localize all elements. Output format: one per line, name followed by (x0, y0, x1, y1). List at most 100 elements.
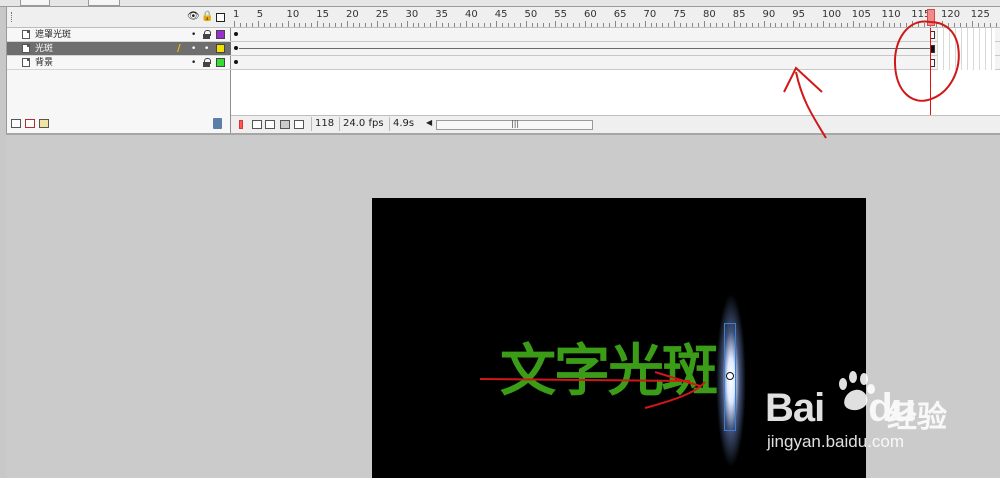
ruler-tick (650, 23, 652, 27)
layer-color-swatch[interactable] (216, 44, 225, 53)
frame-row[interactable] (231, 42, 1000, 56)
document-tab[interactable] (20, 0, 50, 6)
ruler-tick (870, 23, 872, 27)
ruler-tick (745, 23, 747, 27)
keyframe[interactable] (234, 46, 238, 50)
onion-outline-icon[interactable] (265, 120, 275, 129)
ruler-tick (495, 21, 497, 27)
ruler-tick (662, 23, 664, 27)
timeline-panel: 👁 🔒 遮罩光斑 • 光斑 / • • 背景 • 1 5 10 15 20 25… (6, 7, 1000, 133)
ruler-label: 100 (822, 9, 842, 20)
ruler-tick (936, 23, 938, 27)
outline-icon[interactable] (216, 13, 225, 22)
watermark-url: jingyan.baidu.com (767, 432, 905, 451)
new-folder-icon[interactable] (39, 119, 49, 128)
ruler-tick (918, 23, 920, 27)
frame-rate[interactable]: 24.0 fps (339, 117, 387, 131)
ruler-tick (489, 23, 491, 27)
ruler-tick (674, 21, 676, 27)
layer-name: 背景 (35, 58, 54, 68)
ruler-tick (781, 23, 783, 27)
ruler-tick (305, 23, 307, 27)
horizontal-scrollbar[interactable]: ||| (436, 119, 593, 130)
scene-tab[interactable] (88, 0, 120, 6)
playhead[interactable] (927, 9, 936, 26)
ruler-tick (251, 23, 253, 27)
ruler-label: 105 (851, 9, 871, 20)
ruler-label: 40 (465, 9, 478, 20)
ruler-tick (686, 23, 688, 27)
motion-guide-icon[interactable] (25, 119, 35, 128)
ruler-tick (412, 23, 414, 27)
scroll-left-arrow[interactable]: ◀ (426, 118, 432, 127)
ruler-label: 60 (584, 9, 597, 20)
ruler-tick (948, 23, 949, 27)
onion-markers-icon[interactable] (294, 120, 304, 129)
current-frame[interactable]: 118 (311, 117, 337, 131)
visibility-dot[interactable]: • (191, 56, 196, 70)
ruler-tick (799, 23, 801, 27)
lock-icon[interactable]: 🔒 (201, 11, 213, 23)
onion-skin-icon[interactable] (252, 120, 262, 129)
panel-grip[interactable] (11, 12, 13, 22)
visibility-dot[interactable]: • (191, 42, 196, 56)
edit-multiple-icon[interactable] (280, 120, 290, 129)
lock-icon[interactable] (203, 30, 211, 39)
ruler-tick (323, 23, 325, 27)
ruler-label: 15 (316, 9, 330, 20)
ruler-tick (400, 23, 402, 27)
stage-text[interactable]: 文字光斑 (500, 340, 718, 404)
ruler-tick (299, 23, 301, 27)
lock-dot[interactable]: • (204, 42, 209, 56)
layer-color-swatch[interactable] (216, 58, 225, 67)
baidu-watermark: Bai du 经验 jingyan.baidu.com (765, 368, 995, 468)
layer-row[interactable]: 背景 • (7, 56, 231, 70)
frame-row[interactable] (231, 28, 1000, 42)
scroll-thumb-grip[interactable]: ||| (511, 119, 519, 128)
frame-row[interactable] (231, 56, 1000, 70)
layer-color-swatch[interactable] (216, 30, 225, 39)
ruler-tick (293, 23, 295, 27)
ruler-tick (656, 23, 658, 27)
new-layer-icon[interactable] (11, 119, 21, 128)
ruler-tick (591, 23, 592, 27)
motion-tween[interactable] (239, 48, 931, 49)
ruler-tick (483, 23, 485, 27)
ruler-tick (971, 21, 973, 27)
ruler-tick (710, 23, 711, 27)
ruler-tick (834, 23, 836, 27)
ruler-tick (942, 21, 944, 27)
ruler-tick (823, 21, 825, 27)
ruler-tick (585, 21, 587, 27)
ruler-label: 20 (346, 9, 359, 20)
ruler-tick (358, 23, 360, 27)
layer-row[interactable]: 光斑 / • • (7, 42, 231, 56)
ruler-tick (793, 21, 795, 27)
ruler-tick (466, 21, 468, 27)
ruler-tick (888, 23, 890, 27)
elapsed-time: 4.9s (389, 117, 417, 131)
layer-icon (22, 44, 30, 53)
frame-ruler[interactable]: 1 5 10 15 20 25 30 35 40 45 50 55 60 65 70 75 80 85 90 95 10… (231, 7, 1000, 28)
layer-row[interactable]: 遮罩光斑 • (7, 28, 231, 42)
layer-icon (22, 58, 30, 67)
layer-header: 👁 🔒 (7, 7, 231, 28)
empty-frames[interactable] (937, 28, 995, 70)
ruler-tick (573, 23, 575, 27)
ruler-tick (965, 23, 967, 27)
ruler-tick (846, 23, 848, 27)
center-frame-icon[interactable] (239, 120, 243, 129)
ruler-label: 65 (613, 9, 627, 20)
eye-icon[interactable]: 👁 (187, 11, 200, 23)
keyframe[interactable] (234, 32, 238, 36)
ruler-label: 1 (233, 9, 240, 20)
visibility-dot[interactable]: • (191, 28, 196, 42)
ruler-tick (620, 23, 622, 27)
ruler-tick (257, 21, 259, 27)
lock-icon[interactable] (203, 58, 211, 67)
keyframe[interactable] (234, 60, 238, 64)
ruler-tick (537, 23, 539, 27)
ruler-tick (329, 23, 331, 27)
trash-icon[interactable] (213, 118, 222, 129)
ruler-label: 55 (554, 9, 568, 20)
